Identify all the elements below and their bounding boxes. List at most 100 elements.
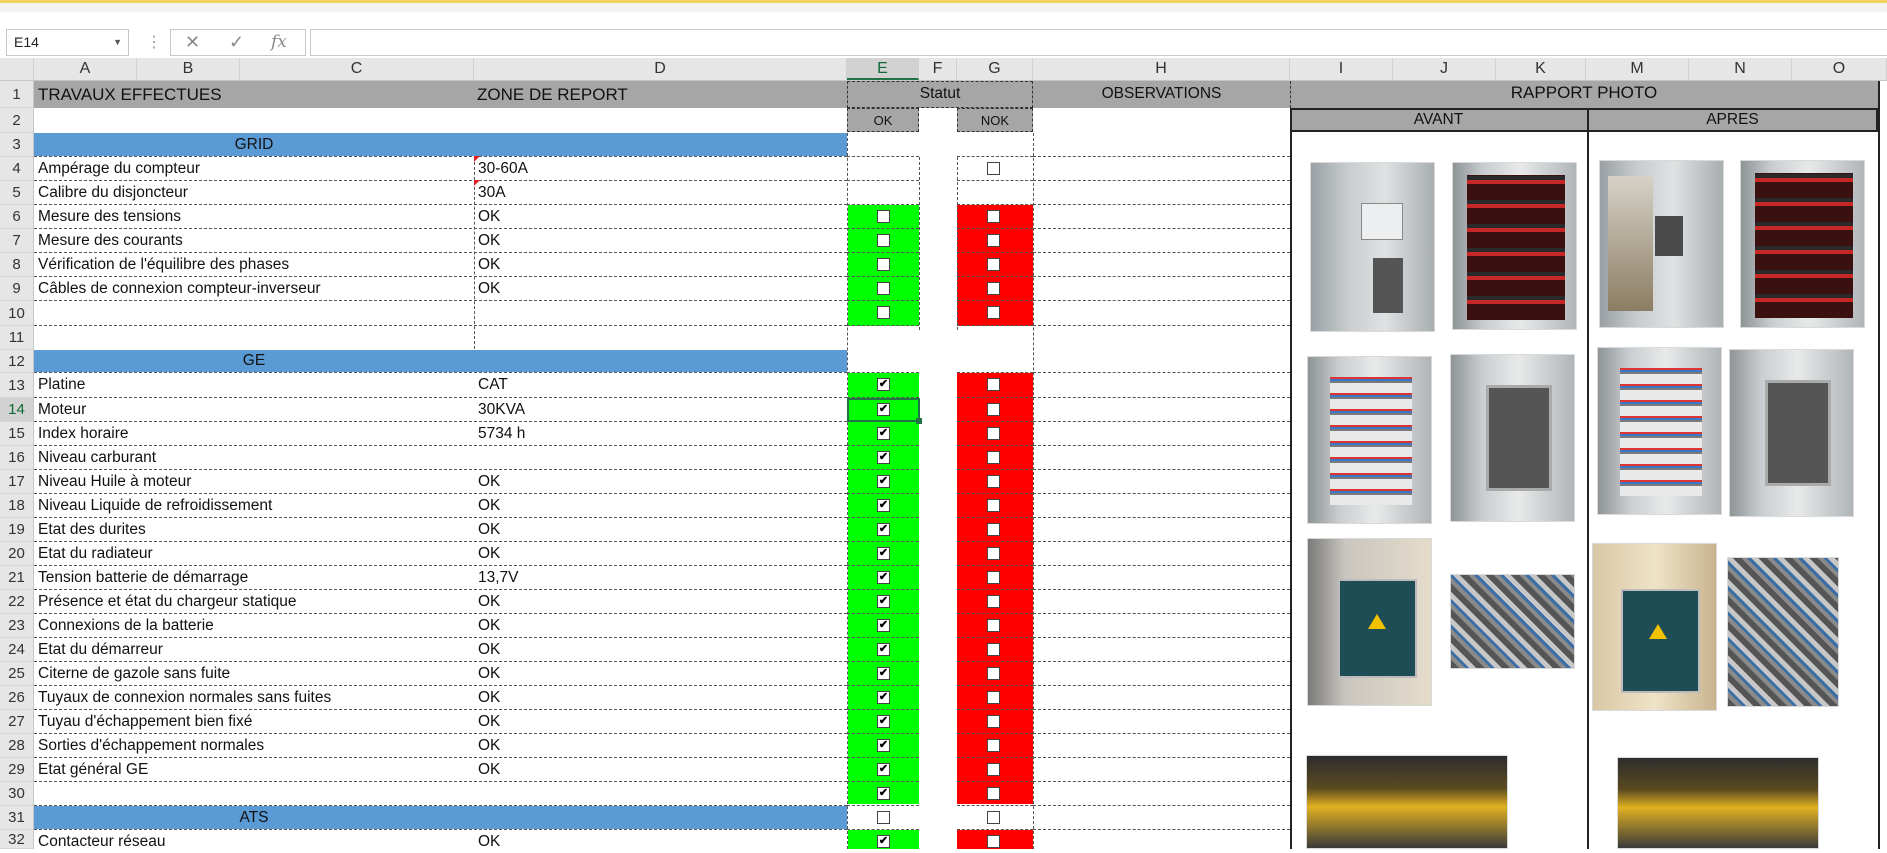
photo-apres-generator[interactable]	[1617, 757, 1819, 849]
row-header-5[interactable]: 5	[0, 181, 33, 205]
nok-checkbox-row-9[interactable]	[987, 282, 1000, 295]
nok-checkbox-row-14[interactable]	[987, 403, 1000, 416]
task-label-row-17[interactable]: Niveau Huile à moteur	[38, 470, 472, 493]
task-label-row-24[interactable]: Etat du démarreur	[38, 638, 472, 661]
task-label-row-21[interactable]: Tension batterie de démarrage	[38, 566, 472, 589]
ok-checkbox-row-30[interactable]: ✔	[877, 787, 890, 800]
ok-checkbox-row-6[interactable]	[877, 210, 890, 223]
task-label-row-18[interactable]: Niveau Liquide de refroidissement	[38, 494, 472, 517]
nok-checkbox-row-16[interactable]	[987, 451, 1000, 464]
nok-checkbox-row-13[interactable]	[987, 378, 1000, 391]
select-all-corner[interactable]	[0, 58, 34, 80]
ok-checkbox-row-29[interactable]: ✔	[877, 763, 890, 776]
nok-checkbox-row-15[interactable]	[987, 427, 1000, 440]
row-header-20[interactable]: 20	[0, 542, 33, 566]
row-header-19[interactable]: 19	[0, 518, 33, 542]
row-header-27[interactable]: 27	[0, 710, 33, 734]
row-header-30[interactable]: 30	[0, 782, 33, 806]
report-value-row-32[interactable]: OK	[478, 830, 844, 853]
row-header-9[interactable]: 9	[0, 277, 33, 301]
report-value-row-24[interactable]: OK	[478, 638, 844, 661]
nok-checkbox-row-17[interactable]	[987, 475, 1000, 488]
row-header-7[interactable]: 7	[0, 229, 33, 253]
task-label-row-9[interactable]: Câbles de connexion compteur-inverseur	[38, 277, 472, 300]
row-header-13[interactable]: 13	[0, 373, 33, 398]
comment-indicator-d4[interactable]	[474, 156, 480, 162]
task-label-row-22[interactable]: Présence et état du chargeur statique	[38, 590, 472, 613]
column-header-n[interactable]: N	[1689, 58, 1792, 80]
ok-checkbox-row-22[interactable]: ✔	[877, 595, 890, 608]
ok-checkbox-row-26[interactable]: ✔	[877, 691, 890, 704]
nok-checkbox-row-20[interactable]	[987, 547, 1000, 560]
nok-checkbox-row-30[interactable]	[987, 787, 1000, 800]
task-label-row-14[interactable]: Moteur	[38, 398, 472, 421]
nok-checkbox-row-32[interactable]	[987, 835, 1000, 848]
nok-checkbox-row-4[interactable]	[987, 162, 1000, 175]
row-header-16[interactable]: 16	[0, 446, 33, 470]
nok-checkbox-row-26[interactable]	[987, 691, 1000, 704]
photo-avant-distribution-box[interactable]	[1450, 354, 1575, 522]
photo-avant-battery-rack[interactable]	[1452, 162, 1577, 330]
nok-checkbox-row-10[interactable]	[987, 306, 1000, 319]
row-header-8[interactable]: 8	[0, 253, 33, 277]
nok-checkbox-row-23[interactable]	[987, 619, 1000, 632]
task-label-row-25[interactable]: Citerne de gazole sans fuite	[38, 662, 472, 685]
row-header-28[interactable]: 28	[0, 734, 33, 758]
task-label-row-20[interactable]: Etat du radiateur	[38, 542, 472, 565]
column-header-f[interactable]: F	[919, 58, 957, 80]
nok-checkbox-row-7[interactable]	[987, 234, 1000, 247]
column-header-j[interactable]: J	[1393, 58, 1496, 80]
name-box[interactable]: E14 ▼	[6, 29, 129, 56]
report-value-row-9[interactable]: OK	[478, 277, 844, 300]
ok-checkbox-row-31[interactable]	[877, 811, 890, 824]
row-header-25[interactable]: 25	[0, 662, 33, 686]
nok-checkbox-row-8[interactable]	[987, 258, 1000, 271]
row-header-21[interactable]: 21	[0, 566, 33, 590]
column-header-a[interactable]: A	[34, 58, 137, 80]
nok-checkbox-row-22[interactable]	[987, 595, 1000, 608]
task-label-row-7[interactable]: Mesure des courants	[38, 229, 472, 252]
task-label-row-15[interactable]: Index horaire	[38, 422, 472, 445]
photo-apres-cabinet[interactable]	[1599, 160, 1724, 328]
ok-checkbox-row-25[interactable]: ✔	[877, 667, 890, 680]
column-header-c[interactable]: C	[240, 58, 474, 80]
report-value-row-4[interactable]: 30-60A	[478, 157, 844, 180]
task-label-row-4[interactable]: Ampérage du compteur	[38, 157, 472, 180]
column-header-i[interactable]: I	[1290, 58, 1393, 80]
task-label-row-13[interactable]: Platine	[38, 373, 472, 396]
ok-checkbox-row-28[interactable]: ✔	[877, 739, 890, 752]
row-header-11[interactable]: 11	[0, 326, 33, 350]
photo-avant-sealed-box[interactable]	[1307, 538, 1432, 706]
nok-checkbox-row-18[interactable]	[987, 499, 1000, 512]
row-header-23[interactable]: 23	[0, 614, 33, 638]
row-header-17[interactable]: 17	[0, 470, 33, 494]
row-header-2[interactable]: 2	[0, 108, 33, 133]
photo-apres-distribution-box[interactable]	[1729, 349, 1854, 517]
column-header-d[interactable]: D	[474, 58, 847, 80]
nok-checkbox-row-27[interactable]	[987, 715, 1000, 728]
formula-input[interactable]	[310, 29, 1887, 56]
row-header-12[interactable]: 12	[0, 350, 33, 373]
ok-checkbox-row-15[interactable]: ✔	[877, 427, 890, 440]
report-value-row-21[interactable]: 13,7V	[478, 566, 844, 589]
report-value-row-27[interactable]: OK	[478, 710, 844, 733]
report-value-row-7[interactable]: OK	[478, 229, 844, 252]
task-label-row-6[interactable]: Mesure des tensions	[38, 205, 472, 228]
photo-apres-battery-rack[interactable]	[1740, 160, 1865, 328]
task-label-row-8[interactable]: Vérification de l'équilibre des phases	[38, 253, 472, 276]
photo-avant-generator[interactable]	[1306, 755, 1508, 849]
row-header-10[interactable]: 10	[0, 301, 33, 326]
row-header-3[interactable]: 3	[0, 133, 33, 157]
nok-checkbox-row-19[interactable]	[987, 523, 1000, 536]
row-header-18[interactable]: 18	[0, 494, 33, 518]
report-value-row-5[interactable]: 30A	[478, 181, 844, 204]
nok-checkbox-row-29[interactable]	[987, 763, 1000, 776]
report-value-row-23[interactable]: OK	[478, 614, 844, 637]
report-value-row-26[interactable]: OK	[478, 686, 844, 709]
ok-checkbox-row-20[interactable]: ✔	[877, 547, 890, 560]
column-header-h[interactable]: H	[1033, 58, 1290, 80]
nok-checkbox-row-25[interactable]	[987, 667, 1000, 680]
report-value-row-17[interactable]: OK	[478, 470, 844, 493]
photo-avant-breaker-panel[interactable]	[1307, 356, 1432, 524]
ok-checkbox-row-19[interactable]: ✔	[877, 523, 890, 536]
